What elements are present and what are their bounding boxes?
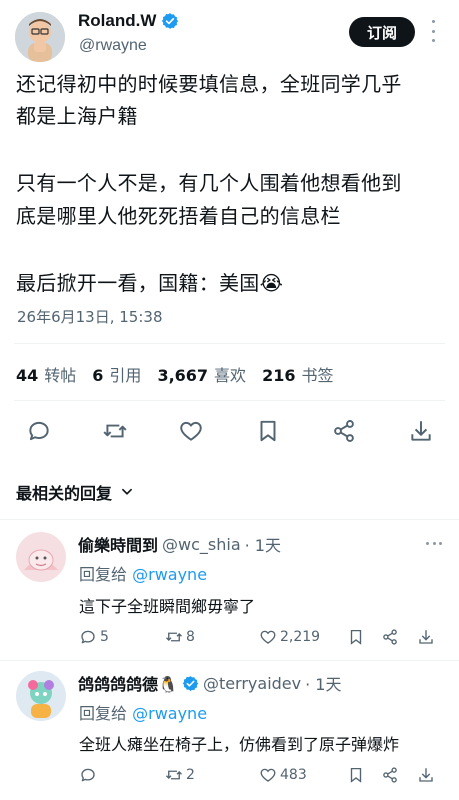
- like-count: 483: [280, 767, 307, 783]
- reply-text: 這下子全班瞬間鄉毋寧了: [79, 597, 256, 616]
- tweet-text-line: 都是上海户籍: [16, 104, 138, 128]
- reply-like-button[interactable]: 483: [259, 766, 307, 784]
- author-handle[interactable]: @rwayne: [79, 37, 147, 55]
- reply-author-handle[interactable]: @wc_shia: [162, 535, 241, 554]
- reply-text: 全班人瘫坐在椅子上，仿佛看到了原子弹爆炸: [79, 735, 400, 754]
- retweet-icon[interactable]: [102, 418, 128, 444]
- retweet-count: 2: [186, 767, 195, 783]
- divider: [14, 343, 445, 344]
- like-stat[interactable]: 3,667 喜欢: [157, 362, 246, 386]
- sort-label: 最相关的回复: [16, 484, 113, 503]
- reply-author-row[interactable]: 鸽鸽鸽鸽德🐧 @terryaidev · 1天: [78, 671, 341, 695]
- author-name-row[interactable]: Roland.W: [78, 11, 179, 31]
- verified-badge-icon: [162, 13, 179, 29]
- bookmark-icon[interactable]: [347, 766, 365, 784]
- retweet-count: 8: [186, 629, 195, 645]
- reply-icon[interactable]: [26, 418, 52, 444]
- bookmark-icon[interactable]: [347, 628, 365, 646]
- divider: [0, 660, 459, 661]
- reply-sort-dropdown[interactable]: 最相关的回复: [16, 480, 134, 504]
- reply-author-row[interactable]: 偷樂時間到 @wc_shia · 1天: [78, 532, 281, 556]
- share-icon[interactable]: [381, 628, 399, 646]
- like-heart-icon: [260, 768, 276, 782]
- replying-to: 回复给 @rwayne: [79, 704, 208, 723]
- reply-reply-button[interactable]: 5: [79, 628, 109, 646]
- tweet-stats: 44 转帖 6 引用 3,667 喜欢 216 书签: [16, 362, 333, 386]
- author-name[interactable]: Roland.W: [78, 11, 156, 31]
- reply-icon: [81, 768, 95, 782]
- download-icon[interactable]: [408, 418, 434, 444]
- tweet-text-line: 最后掀开一看，国籍：美国😭: [16, 271, 284, 295]
- share-icon[interactable]: [381, 766, 399, 784]
- quote-stat[interactable]: 6 引用: [92, 362, 141, 386]
- reply-author-handle[interactable]: @terryaidev: [203, 674, 301, 693]
- divider: [14, 400, 445, 401]
- reply-count: 5: [100, 629, 109, 645]
- replying-to-handle[interactable]: @rwayne: [132, 565, 207, 584]
- tweet-text-line: 底是哪里人他死死捂着自己的信息栏: [16, 204, 341, 228]
- like-heart-icon[interactable]: [178, 418, 204, 444]
- like-count: 2,219: [280, 629, 321, 645]
- bookmark-icon[interactable]: [255, 418, 281, 444]
- reply-retweet-button[interactable]: 8: [165, 628, 195, 646]
- reply-actions: 5 8 2,219: [79, 626, 439, 648]
- download-icon[interactable]: [417, 628, 435, 646]
- reply-avatar[interactable]: [16, 671, 66, 721]
- reply-actions: 2 483: [79, 764, 439, 786]
- download-icon[interactable]: [417, 766, 435, 784]
- retweet-icon: [166, 632, 182, 642]
- tweet-timestamp[interactable]: 26年6月13日, 15:38: [17, 306, 162, 327]
- reply-like-button[interactable]: 2,219: [259, 628, 320, 646]
- reply-time[interactable]: · 1天: [305, 671, 341, 695]
- reply-more-icon[interactable]: [426, 542, 442, 546]
- more-options-icon[interactable]: [428, 20, 438, 42]
- tweet-text-line: 只有一个人不是，有几个人围着他想看他到: [16, 171, 402, 195]
- retweet-stat[interactable]: 44 转帖: [16, 362, 76, 386]
- reply-time[interactable]: · 1天: [245, 532, 281, 556]
- author-avatar[interactable]: [15, 12, 65, 62]
- chevron-down-icon: [122, 488, 132, 495]
- verified-badge-icon: [182, 675, 199, 691]
- reply-author-name[interactable]: 鸽鸽鸽鸽德🐧: [78, 671, 178, 695]
- like-heart-icon: [260, 630, 276, 644]
- divider: [0, 519, 459, 520]
- reply-retweet-button[interactable]: 2: [165, 766, 195, 784]
- reply-avatar[interactable]: [16, 532, 66, 582]
- share-icon[interactable]: [331, 418, 357, 444]
- subscribe-button[interactable]: 订阅: [349, 17, 415, 47]
- bookmark-stat[interactable]: 216 书签: [262, 362, 333, 386]
- tweet-text-line: 还记得初中的时候要填信息，全班同学几乎: [16, 72, 402, 96]
- replying-to: 回复给 @rwayne: [79, 565, 208, 584]
- retweet-icon: [166, 770, 182, 780]
- reply-reply-button[interactable]: [79, 766, 100, 784]
- reply-author-name[interactable]: 偷樂時間到: [78, 532, 158, 556]
- reply-icon: [81, 630, 95, 644]
- replying-to-handle[interactable]: @rwayne: [132, 704, 207, 723]
